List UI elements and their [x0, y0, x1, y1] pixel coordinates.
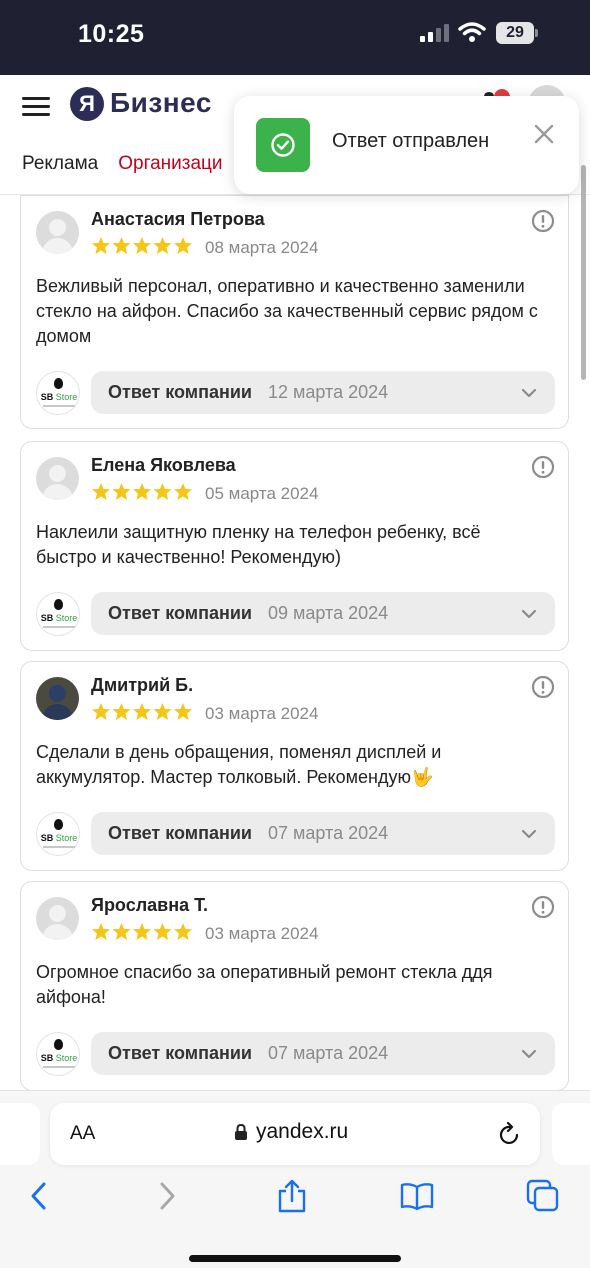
reviewer-name: Дмитрий Б. — [91, 675, 194, 695]
reply-label: Ответ компании — [108, 823, 252, 843]
status-bar: 10:25 29 — [0, 0, 590, 75]
reviewer-avatar — [36, 457, 79, 500]
home-indicator[interactable] — [189, 1255, 401, 1262]
exclamation-circle-icon[interactable] — [531, 675, 555, 699]
reply-label: Ответ компании — [108, 382, 252, 402]
tabs-icon[interactable] — [526, 1179, 560, 1213]
rating-stars-icon — [92, 703, 192, 720]
exclamation-circle-icon[interactable] — [531, 895, 555, 919]
chevron-down-icon — [521, 609, 537, 619]
apple-icon — [54, 819, 63, 830]
wifi-icon — [458, 22, 486, 42]
company-logo: SB Store — [36, 592, 80, 636]
apple-icon — [54, 1039, 63, 1050]
rating-stars-icon — [92, 483, 192, 500]
reply-label: Ответ компании — [108, 1043, 252, 1063]
toast-message: Ответ отправлен — [332, 130, 490, 152]
reply-date: 07 марта 2024 — [268, 823, 389, 843]
reviews-list: Анастасия Петрова 08 марта 2024 Вежливый… — [20, 195, 569, 1101]
battery-level: 29 — [506, 24, 524, 41]
review-text: Сделали в день обращения, поменял диспле… — [36, 742, 442, 787]
reply-label: Ответ компании — [108, 603, 252, 623]
company-reply-toggle[interactable]: Ответ компании 07 марта 2024 — [91, 1032, 555, 1075]
reviewer-name: Ярославна Т. — [91, 895, 209, 915]
company-reply-toggle[interactable]: Ответ компании 07 марта 2024 — [91, 812, 555, 855]
page-scrollbar[interactable] — [581, 165, 586, 380]
hamburger-icon[interactable] — [22, 97, 50, 116]
company-logo: SB Store — [36, 371, 80, 415]
status-time: 10:25 — [78, 20, 145, 48]
book-icon[interactable] — [400, 1179, 434, 1213]
chevron-right-icon[interactable] — [150, 1179, 184, 1213]
nav-tabs: Реклама Организаци — [22, 153, 243, 175]
company-logo: SB Store — [36, 812, 80, 856]
reply-date: 07 марта 2024 — [268, 1043, 389, 1063]
review-text: Вежливый персонал, оперативно и качестве… — [36, 276, 538, 346]
logo-text[interactable]: Бизнес — [110, 87, 212, 119]
review-date: 03 марта 2024 — [205, 924, 319, 943]
tab-organizations[interactable]: Организаци — [118, 153, 222, 175]
browser-toolbar: AA yandex.ru — [0, 1090, 590, 1268]
rating-stars-icon — [92, 237, 192, 254]
company-reply-toggle[interactable]: Ответ компании 12 марта 2024 — [91, 371, 555, 414]
apple-icon — [54, 599, 63, 610]
review-card: Елена Яковлева 05 марта 2024 Наклеили за… — [20, 441, 569, 651]
exclamation-circle-icon[interactable] — [531, 209, 555, 233]
address-bar[interactable]: AA yandex.ru — [50, 1103, 540, 1165]
url-text[interactable]: yandex.ru — [256, 1120, 348, 1144]
previous-tab-preview[interactable] — [0, 1103, 40, 1165]
reviewer-name: Елена Яковлева — [91, 455, 236, 475]
toast-notification: Ответ отправлен — [234, 96, 579, 194]
chevron-down-icon — [521, 1049, 537, 1059]
reply-date: 09 марта 2024 — [268, 603, 389, 623]
next-tab-preview[interactable] — [552, 1103, 590, 1165]
chevron-down-icon — [521, 829, 537, 839]
apple-icon — [54, 378, 63, 389]
company-logo: SB Store — [36, 1032, 80, 1076]
chevron-left-icon[interactable] — [22, 1179, 56, 1213]
close-icon[interactable] — [532, 122, 556, 146]
lock-icon — [235, 1123, 247, 1140]
company-reply-toggle[interactable]: Ответ компании 09 марта 2024 — [91, 592, 555, 635]
review-date: 03 марта 2024 — [205, 704, 319, 723]
reviewer-avatar — [36, 677, 79, 720]
battery-indicator: 29 — [496, 22, 538, 44]
check-circle-icon — [256, 118, 310, 172]
exclamation-circle-icon[interactable] — [531, 455, 555, 479]
review-text: Наклеили защитную пленку на телефон ребе… — [36, 522, 481, 567]
rating-stars-icon — [92, 923, 192, 940]
reviewer-avatar — [36, 897, 79, 940]
review-date: 08 марта 2024 — [205, 238, 319, 257]
cellular-signal-icon — [420, 24, 449, 42]
tab-advertising[interactable]: Реклама — [22, 153, 98, 175]
review-card: Дмитрий Б. 03 марта 2024 Сделали в день … — [20, 661, 569, 871]
reply-date: 12 марта 2024 — [268, 382, 389, 402]
review-text: Огромное спасибо за оперативный ремонт с… — [36, 962, 493, 1007]
yandex-logo[interactable]: Я — [70, 87, 104, 121]
share-icon[interactable] — [275, 1179, 309, 1213]
reload-icon[interactable] — [498, 1121, 522, 1147]
chevron-down-icon — [521, 388, 537, 398]
reviewer-avatar — [36, 211, 79, 254]
review-card: Анастасия Петрова 08 марта 2024 Вежливый… — [20, 195, 569, 429]
review-date: 05 марта 2024 — [205, 484, 319, 503]
review-card: Ярославна Т. 03 марта 2024 Огромное спас… — [20, 881, 569, 1091]
reviewer-name: Анастасия Петрова — [91, 209, 265, 229]
text-size-button[interactable]: AA — [70, 1123, 95, 1145]
